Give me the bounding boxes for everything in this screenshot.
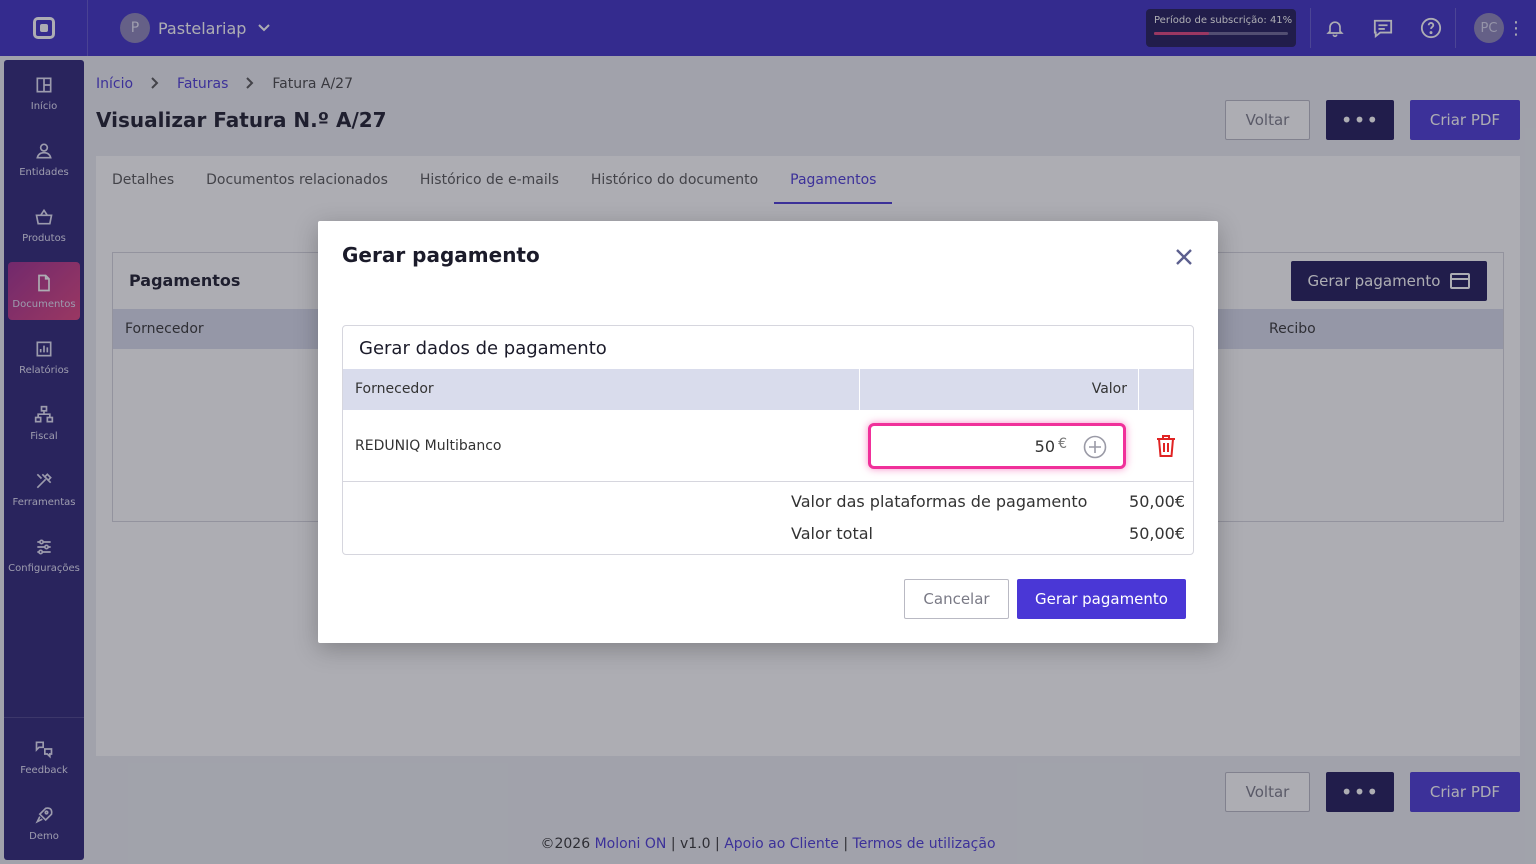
value-input-text: 50 [1034,437,1055,456]
total-value-label: Valor total [791,524,873,543]
close-icon[interactable] [1174,247,1194,267]
supplier-name: REDUNIQ Multibanco [355,438,502,454]
platforms-value-label: Valor das plataformas de pagamento [791,492,1088,511]
platforms-value-amount: 50,00€ [1129,492,1185,511]
currency-symbol: € [1058,436,1067,452]
column-divider [859,369,860,410]
submit-generate-payment-button[interactable]: Gerar pagamento [1017,579,1186,619]
column-divider [1138,369,1139,410]
column-header-supplier: Fornecedor [355,381,434,397]
payment-table-header: Fornecedor Valor [343,369,1193,410]
value-input[interactable]: 50 € [868,423,1126,469]
section-title: Gerar dados de pagamento [359,338,607,359]
column-header-value: Valor [1091,381,1127,397]
generate-payment-modal: Gerar pagamento Gerar dados de pagamento… [318,221,1218,643]
trash-icon[interactable] [1155,434,1177,458]
payment-data-section: Gerar dados de pagamento Fornecedor Valo… [342,325,1194,555]
total-value-amount: 50,00€ [1129,524,1185,543]
table-row: REDUNIQ Multibanco 50 € [343,410,1193,482]
modal-title: Gerar pagamento [342,243,540,267]
add-circle-icon[interactable] [1083,435,1107,459]
cancel-button[interactable]: Cancelar [904,579,1009,619]
